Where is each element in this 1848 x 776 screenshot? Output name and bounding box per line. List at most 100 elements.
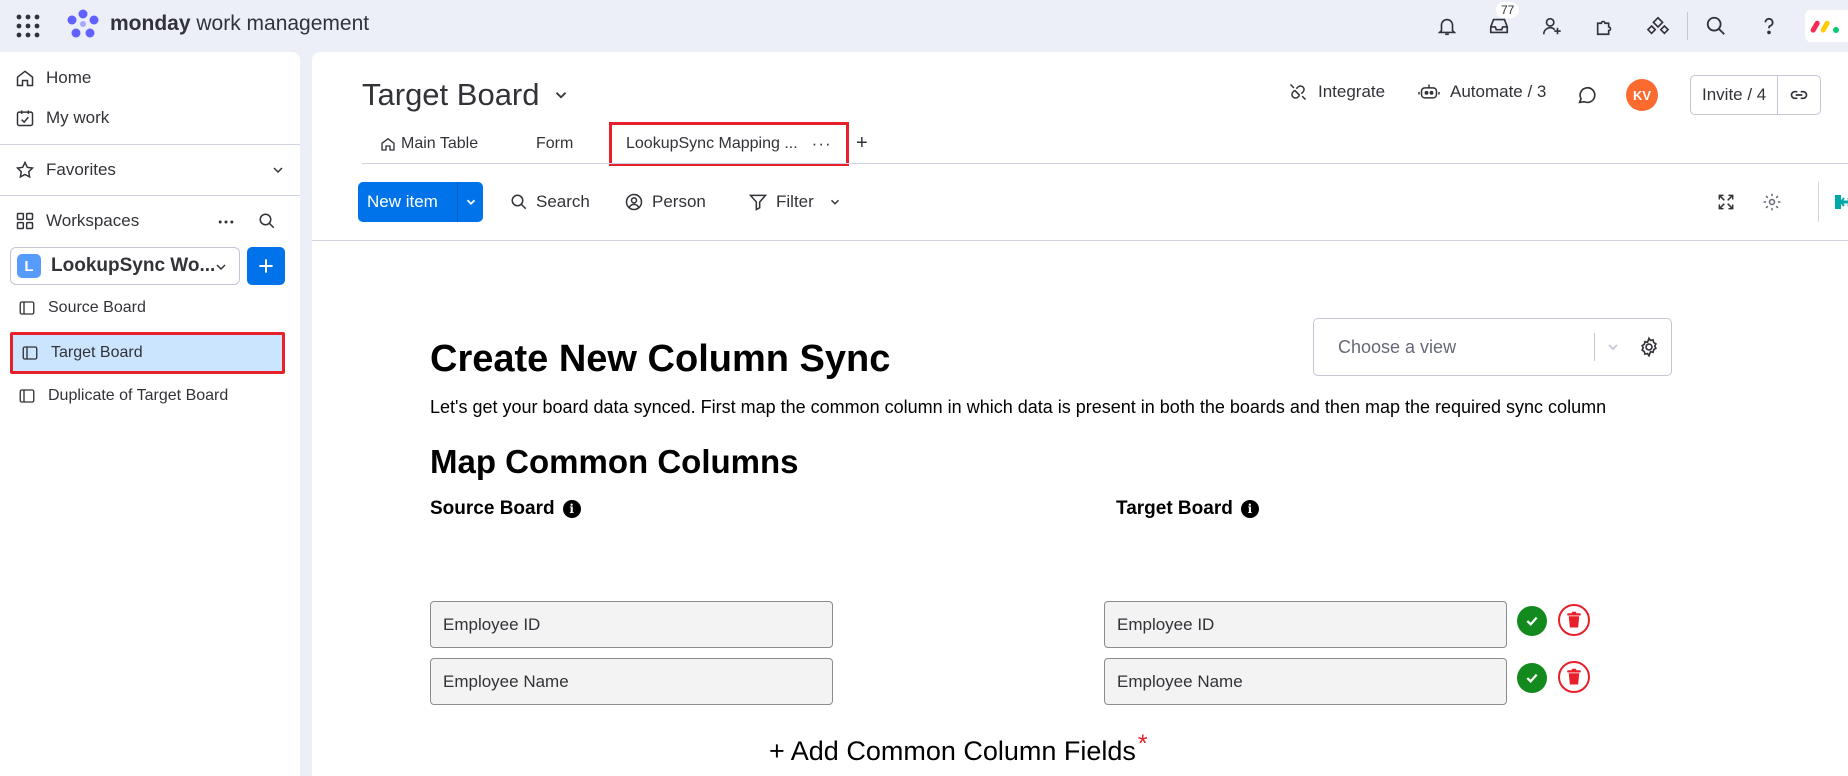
star-icon — [14, 159, 36, 181]
person-label: Person — [652, 192, 706, 211]
monday-logo-icon[interactable] — [66, 9, 100, 39]
choose-view-select[interactable]: Choose a view — [1313, 318, 1672, 376]
board-icon — [16, 297, 38, 319]
sidebar-board-duplicate[interactable]: Duplicate of Target Board — [10, 376, 285, 416]
sidebar-item-workspaces[interactable]: Workspaces — [14, 205, 286, 237]
search-icon[interactable] — [1702, 12, 1730, 40]
copy-link-icon[interactable] — [1778, 76, 1820, 114]
target-board-label: Target Board i — [1116, 498, 1259, 520]
new-item-chevron-icon[interactable] — [458, 195, 483, 209]
add-workspace-item-button[interactable] — [247, 247, 285, 285]
filter-button[interactable]: Filter — [748, 182, 842, 222]
board-title[interactable]: Target Board — [362, 77, 570, 113]
shapes-icon[interactable] — [1644, 12, 1672, 40]
app-integration-icon[interactable] — [1832, 188, 1848, 216]
person-filter-button[interactable]: Person — [624, 182, 706, 222]
integrate-label: Integrate — [1318, 82, 1386, 101]
invite-button[interactable]: Invite / 4 — [1691, 76, 1779, 114]
apps-puzzle-icon[interactable] — [1591, 12, 1619, 40]
delete-trash-icon[interactable] — [1558, 604, 1590, 636]
home-icon — [380, 136, 396, 152]
source-column-field[interactable]: Employee ID — [430, 601, 833, 648]
delete-trash-icon[interactable] — [1558, 661, 1590, 693]
source-column-field[interactable]: Employee Name — [430, 658, 833, 705]
new-item-label: New item — [367, 192, 438, 211]
sidebar-divider — [0, 144, 300, 145]
inbox-badge: 77 — [1496, 2, 1520, 18]
target-column-field[interactable]: Employee ID — [1104, 601, 1507, 648]
workspace-search-icon[interactable] — [258, 212, 276, 230]
avatar[interactable]: KV — [1626, 79, 1658, 111]
chevron-down-icon — [270, 162, 286, 178]
confirm-check-icon[interactable] — [1517, 663, 1547, 693]
integrate-button[interactable]: Integrate — [1288, 82, 1385, 102]
settings-gear-icon[interactable] — [1758, 188, 1786, 216]
sidebar: Home My work Favorites Workspaces L Look… — [0, 52, 300, 776]
person-icon — [624, 192, 644, 212]
tab-label: Form — [536, 135, 574, 152]
sidebar-divider — [0, 195, 300, 196]
target-column-field[interactable]: Employee Name — [1104, 658, 1507, 705]
sidebar-item-favorites[interactable]: Favorites — [14, 154, 286, 186]
tab-label: Main Table — [401, 135, 479, 152]
account-logo-icon[interactable] — [1805, 10, 1848, 42]
tab-label: LookupSync Mapping ... — [626, 135, 798, 152]
workspace-avatar: L — [17, 254, 41, 278]
add-view-button[interactable]: + — [856, 132, 868, 155]
page-title: Create New Column Sync — [430, 338, 891, 380]
new-item-button[interactable]: New item — [358, 182, 483, 222]
chat-icon[interactable] — [1576, 84, 1598, 106]
toolbar-divider — [1818, 182, 1819, 222]
robot-icon — [1418, 82, 1440, 102]
page-description: Let's get your board data synced. First … — [430, 397, 1607, 417]
chevron-down-icon — [555, 92, 566, 99]
sidebar-board-target-board[interactable]: Target Board — [10, 332, 285, 374]
automate-label: Automate / 3 — [1450, 82, 1547, 101]
workspaces-grid-icon — [14, 210, 36, 232]
tab-lookupsync-mapping[interactable]: LookupSync Mapping ... ··· — [609, 122, 849, 166]
view-settings-gear-icon[interactable] — [1631, 336, 1667, 358]
sidebar-item-my-work[interactable]: My work — [14, 102, 109, 134]
info-icon[interactable]: i — [1240, 500, 1259, 518]
sidebar-board-source-board[interactable]: Source Board — [10, 288, 285, 328]
board-icon — [16, 385, 38, 407]
invite-group: Invite / 4 — [1690, 75, 1822, 115]
bell-icon[interactable] — [1433, 12, 1461, 40]
more-options-icon[interactable] — [216, 212, 236, 232]
section-title: Map Common Columns — [430, 443, 799, 480]
help-icon[interactable] — [1755, 12, 1783, 40]
sidebar-panel: Home My work Favorites Workspaces L Look… — [0, 52, 300, 776]
chevron-down-icon[interactable] — [1595, 339, 1631, 355]
sidebar-item-label: My work — [46, 108, 110, 127]
add-common-column-fields-button[interactable]: + Add Common Column Fields* — [769, 730, 1148, 767]
tab-form[interactable]: Form — [536, 124, 573, 164]
apps-grid-icon[interactable] — [14, 12, 42, 40]
confirm-check-icon[interactable] — [1517, 606, 1547, 636]
add-common-label: + Add Common Column Fields — [769, 736, 1136, 766]
filter-label: Filter — [776, 192, 814, 211]
integrate-icon — [1288, 82, 1308, 102]
brand-name[interactable]: monday work management — [110, 12, 369, 36]
sidebar-item-home[interactable]: Home — [14, 62, 91, 94]
target-board-label-text: Target Board — [1116, 498, 1233, 519]
chevron-down-icon[interactable] — [828, 195, 842, 209]
automate-button[interactable]: Automate / 3 — [1418, 82, 1546, 102]
home-icon — [14, 67, 36, 89]
tab-options-icon[interactable]: ··· — [812, 134, 832, 154]
board-label: Target Board — [51, 344, 143, 361]
board-toolbar: New item Search Person Filter — [358, 182, 1848, 222]
board-label: Source Board — [48, 299, 146, 316]
topbar-divider — [1687, 12, 1688, 40]
invite-member-icon[interactable] — [1538, 12, 1566, 40]
tab-main-table[interactable]: Main Table — [380, 124, 478, 164]
board-label: Duplicate of Target Board — [48, 387, 229, 404]
workspace-selector[interactable]: L LookupSync Wo... — [10, 247, 240, 285]
tabs-divider — [362, 163, 1848, 164]
search-button[interactable]: Search — [510, 182, 590, 222]
top-bar: monday work management 77 — [0, 0, 1848, 52]
info-icon[interactable]: i — [562, 500, 581, 518]
fullscreen-icon[interactable] — [1712, 188, 1740, 216]
source-board-label-text: Source Board — [430, 498, 555, 519]
filter-icon — [748, 192, 768, 212]
sidebar-item-label: Workspaces — [46, 211, 140, 230]
